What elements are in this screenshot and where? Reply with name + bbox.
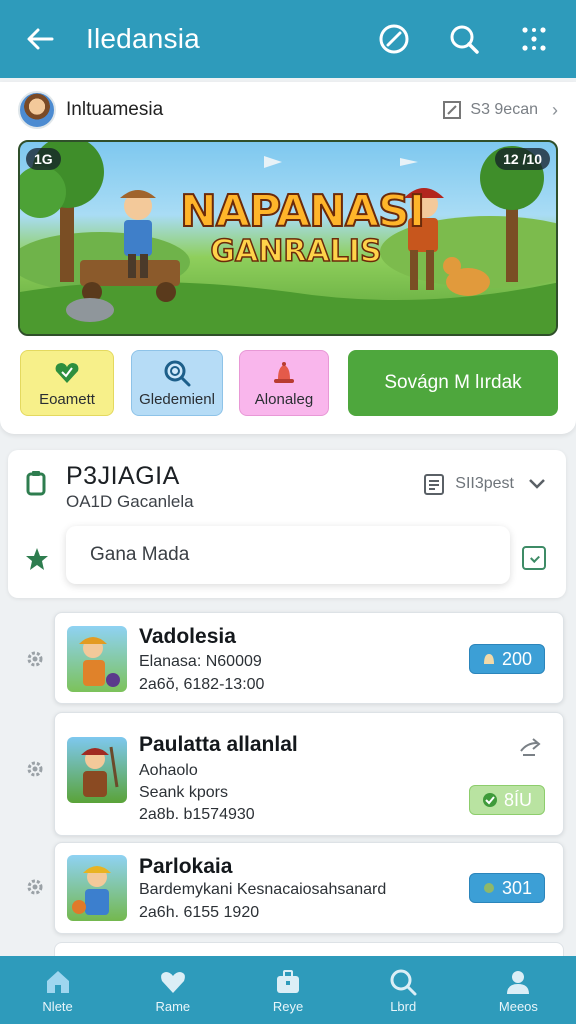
search-icon	[388, 967, 418, 997]
list-item[interactable]: Paulatta allanlal Aohaolo Seank kpors 2a…	[54, 712, 564, 836]
game-thumbnail	[67, 626, 127, 692]
search-icon[interactable]	[442, 17, 486, 61]
item-line: 2a6ŏ, 6182-13:00	[139, 676, 265, 693]
nav-item-rame[interactable]: Rame	[115, 956, 230, 1024]
app-bar: Iledansia	[0, 0, 576, 78]
hud-level: 1G	[26, 148, 61, 170]
more-grid-icon[interactable]	[512, 17, 556, 61]
back-arrow-icon[interactable]	[20, 19, 60, 59]
magnifier-icon	[163, 359, 191, 387]
banner-title-line2: GANRALIS	[210, 233, 383, 270]
compass-icon[interactable]	[372, 17, 416, 61]
nav-item-lbrd[interactable]: Lbrd	[346, 956, 461, 1024]
edit-icon	[443, 101, 462, 119]
person-icon	[503, 967, 533, 997]
game-thumbnail	[67, 855, 127, 921]
status-badge[interactable]: 301	[469, 873, 545, 903]
search-input[interactable]: Gana Mada	[66, 526, 510, 584]
nav-item-home[interactable]: Nlete	[0, 956, 115, 1024]
nav-item-reye[interactable]: Reye	[230, 956, 345, 1024]
list-item[interactable]: Parlokaia Bardemykani Kesnacaiosahsanard…	[54, 842, 564, 934]
item-line: Bardemykani Kesnacaiosahsanard	[139, 881, 387, 898]
chevron-down-icon	[529, 479, 545, 489]
section-title: P3JIAGIA	[66, 462, 180, 490]
heart-icon	[158, 967, 188, 997]
primary-action-label: Sovágn M lırdak	[384, 372, 522, 393]
filter-section: P3JIAGIA OA1D Gacanlela SII3pest Gana Ma…	[8, 450, 566, 598]
chip-label: Alonaleg	[254, 390, 314, 408]
chip-label: Eoamett	[39, 390, 95, 408]
nav-item-meeos[interactable]: Meeos	[461, 956, 576, 1024]
bell-icon	[270, 359, 298, 387]
item-line: 2a6h. 6155 1920	[139, 904, 260, 921]
profile-row[interactable]: Inltuamesia S3 9ecan ›	[18, 90, 558, 130]
clipboard-icon	[26, 471, 46, 496]
hud-counter: 12 /10	[495, 148, 550, 170]
gear-icon	[27, 761, 43, 777]
heart-icon	[54, 359, 80, 387]
coin-icon	[483, 883, 494, 893]
coin-icon	[483, 654, 494, 664]
badge-value: 301	[501, 877, 533, 898]
nav-label: Reye	[272, 998, 304, 1014]
section-sort-label: SII3pest	[455, 475, 514, 492]
chevron-right-icon: ›	[552, 99, 558, 120]
item-line: Seank kpors	[139, 784, 228, 801]
checkbox-icon[interactable]	[522, 546, 546, 570]
section-sort[interactable]: SII3pest	[423, 472, 546, 496]
briefcase-icon	[273, 967, 303, 997]
list-icon	[424, 474, 445, 495]
item-line: Aohaolo	[139, 762, 198, 779]
profile-meta[interactable]: S3 9ecan ›	[442, 100, 558, 121]
home-icon	[43, 967, 73, 997]
chip-eoamett[interactable]: Eoamett	[20, 350, 114, 416]
bottom-nav: Nlete Rame Reye Lbrd Meeos	[0, 956, 576, 1024]
nav-label: Meeos	[498, 998, 538, 1014]
profile-name: Inltuamesia	[66, 99, 164, 120]
app-title: Iledansia	[86, 23, 200, 54]
chip-gledemienl[interactable]: Gledemienl	[131, 350, 223, 416]
section-subtitle: OA1D Gacanlela	[66, 492, 194, 511]
nav-label: Nlete	[42, 998, 73, 1014]
action-chips: Eoamett Gledemienl Alonaleg Sovágn M lır…	[18, 350, 558, 416]
banner-title-line1: NAPANASI	[179, 185, 426, 238]
nav-label: Lbrd	[390, 998, 417, 1014]
profile-meta-text: S3 9ecan	[470, 101, 538, 118]
badge-value: 200	[501, 648, 533, 669]
chip-label: Gledemienl	[139, 390, 215, 408]
status-badge[interactable]: 200	[469, 644, 545, 674]
nav-label: Rame	[155, 998, 191, 1014]
list-item[interactable]: Vadolesia Elanasa: N60009 2a6ŏ, 6182-13:…	[54, 612, 564, 704]
chip-alonaleg[interactable]: Alonaleg	[239, 350, 329, 416]
badge-value: 8ÍU	[503, 789, 532, 810]
item-line: 2a8b. b1574930	[139, 806, 255, 823]
star-icon	[26, 548, 48, 570]
featured-card: Inltuamesia S3 9ecan › 1G 12 /10 NAPANAS…	[0, 82, 576, 434]
status-badge[interactable]: 8ÍU	[469, 785, 545, 815]
game-thumbnail	[67, 737, 127, 803]
share-arrow-icon[interactable]	[519, 737, 543, 757]
item-title: Vadolesia	[139, 625, 236, 648]
check-circle-icon	[482, 793, 497, 807]
primary-action-button[interactable]: Sovágn M lırdak	[348, 350, 558, 416]
item-line: Elanasa: N60009	[139, 653, 262, 670]
avatar[interactable]	[18, 91, 56, 129]
game-banner[interactable]: 1G 12 /10 NAPANASI GANRALIS	[18, 140, 558, 336]
gear-icon	[27, 879, 43, 895]
item-title: Paulatta allanlal	[139, 733, 298, 756]
gear-icon	[27, 651, 43, 667]
item-title: Parlokaia	[139, 855, 233, 878]
